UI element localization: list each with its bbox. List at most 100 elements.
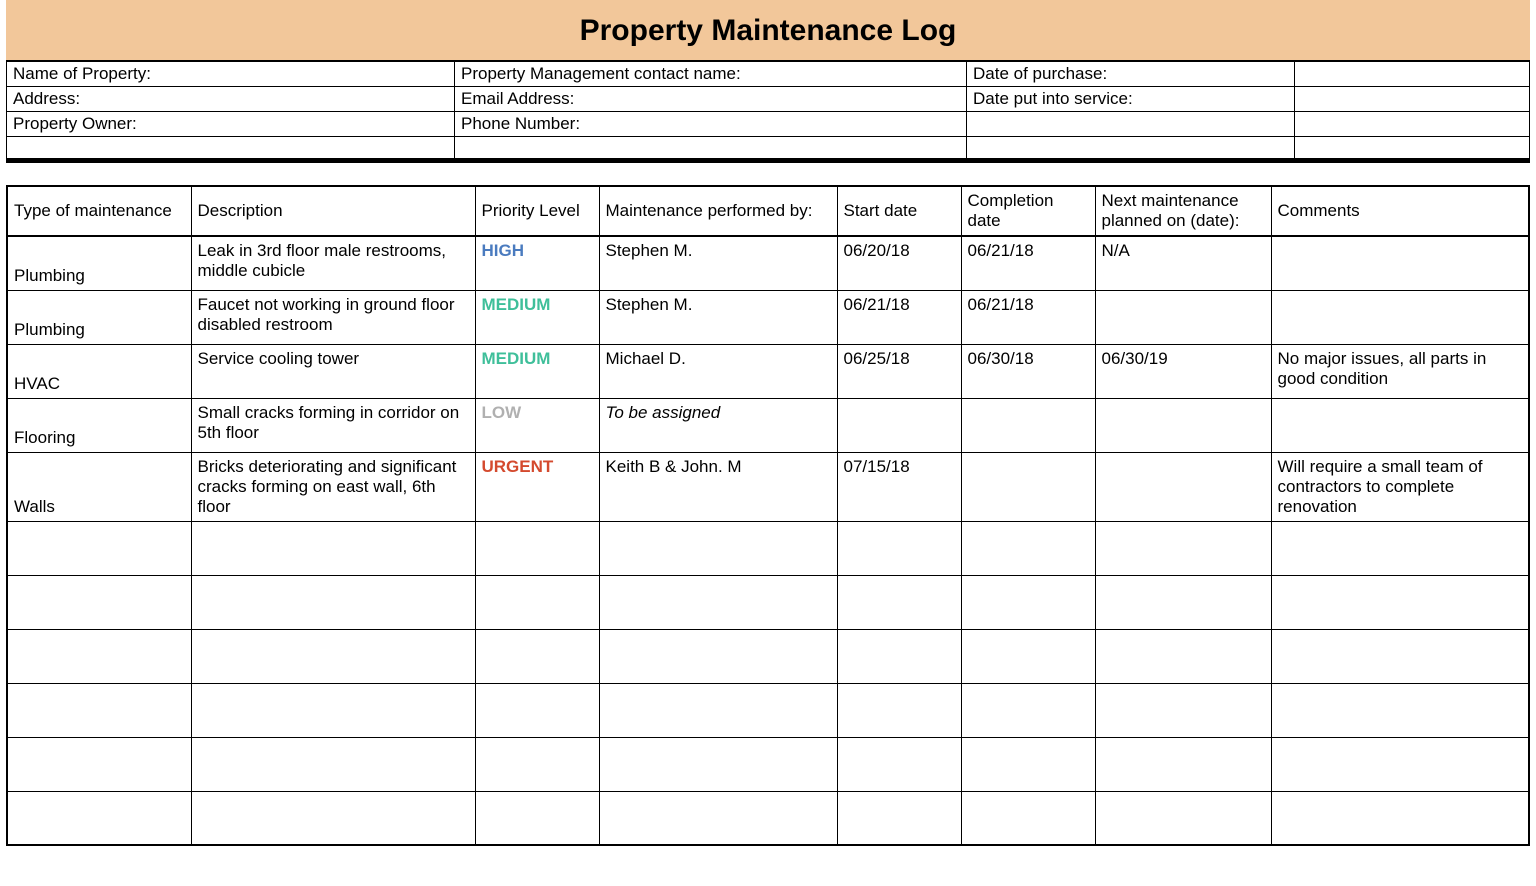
cell-comments (1271, 398, 1529, 452)
cell-blank (7, 521, 191, 575)
info-blank (1295, 112, 1530, 137)
info-row: Name of Property: Property Management co… (7, 62, 1530, 87)
cell-blank (191, 629, 475, 683)
cell-blank (599, 791, 837, 845)
col-completion: Completion date (961, 186, 1095, 236)
info-phone: Phone Number: (455, 112, 967, 137)
info-date-service: Date put into service: (967, 87, 1295, 112)
cell-blank (1271, 737, 1529, 791)
cell-start: 06/20/18 (837, 236, 961, 290)
cell-completion: 06/21/18 (961, 290, 1095, 344)
table-row-blank (7, 737, 1529, 791)
cell-blank (1095, 629, 1271, 683)
info-blank (455, 137, 967, 159)
cell-blank (1095, 737, 1271, 791)
cell-blank (599, 737, 837, 791)
info-mgmt-contact: Property Management contact name: (455, 62, 967, 87)
cell-blank (475, 575, 599, 629)
cell-type: Plumbing (7, 236, 191, 290)
cell-next (1095, 452, 1271, 521)
table-row-blank (7, 791, 1529, 845)
table-row-blank (7, 575, 1529, 629)
info-row: Property Owner: Phone Number: (7, 112, 1530, 137)
cell-priority: LOW (475, 398, 599, 452)
cell-desc: Small cracks forming in corridor on 5th … (191, 398, 475, 452)
table-row: FlooringSmall cracks forming in corridor… (7, 398, 1529, 452)
info-row: Address: Email Address: Date put into se… (7, 87, 1530, 112)
cell-by: Keith B & John. M (599, 452, 837, 521)
cell-desc: Leak in 3rd floor male restrooms, middle… (191, 236, 475, 290)
cell-blank (599, 575, 837, 629)
cell-comments: Will require a small team of contractors… (1271, 452, 1529, 521)
info-table: Name of Property: Property Management co… (6, 61, 1530, 159)
cell-by: Michael D. (599, 344, 837, 398)
cell-blank (837, 521, 961, 575)
cell-blank (191, 521, 475, 575)
cell-blank (475, 683, 599, 737)
cell-blank (961, 683, 1095, 737)
cell-blank (191, 683, 475, 737)
col-type: Type of maintenance (7, 186, 191, 236)
cell-by: Stephen M. (599, 290, 837, 344)
cell-desc: Service cooling tower (191, 344, 475, 398)
info-blank (967, 112, 1295, 137)
table-row: PlumbingFaucet not working in ground flo… (7, 290, 1529, 344)
cell-blank (7, 737, 191, 791)
cell-blank (1271, 791, 1529, 845)
info-email: Email Address: (455, 87, 967, 112)
table-row-blank (7, 521, 1529, 575)
info-name-of-property: Name of Property: (7, 62, 455, 87)
cell-blank (837, 629, 961, 683)
cell-blank (1095, 791, 1271, 845)
cell-priority: MEDIUM (475, 290, 599, 344)
cell-blank (475, 737, 599, 791)
cell-blank (1271, 683, 1529, 737)
cell-blank (1095, 521, 1271, 575)
cell-next: N/A (1095, 236, 1271, 290)
cell-blank (191, 791, 475, 845)
cell-next (1095, 290, 1271, 344)
cell-blank (837, 791, 961, 845)
cell-blank (599, 683, 837, 737)
page: Property Maintenance Log Name of Propert… (0, 0, 1536, 886)
cell-blank (961, 791, 1095, 845)
cell-blank (599, 521, 837, 575)
cell-priority: URGENT (475, 452, 599, 521)
cell-blank (475, 791, 599, 845)
cell-desc: Faucet not working in ground floor disab… (191, 290, 475, 344)
cell-type: Walls (7, 452, 191, 521)
cell-next: 06/30/19 (1095, 344, 1271, 398)
cell-start (837, 398, 961, 452)
page-title: Property Maintenance Log (6, 0, 1530, 61)
info-blank (7, 137, 455, 159)
cell-start: 06/25/18 (837, 344, 961, 398)
cell-start: 06/21/18 (837, 290, 961, 344)
info-blank (1295, 62, 1530, 87)
cell-blank (837, 683, 961, 737)
table-row-blank (7, 683, 1529, 737)
cell-blank (7, 791, 191, 845)
cell-blank (1271, 629, 1529, 683)
info-blank (1295, 137, 1530, 159)
col-by: Maintenance performed by: (599, 186, 837, 236)
info-address: Address: (7, 87, 455, 112)
col-comments: Comments (1271, 186, 1529, 236)
cell-completion: 06/30/18 (961, 344, 1095, 398)
cell-blank (961, 521, 1095, 575)
info-owner: Property Owner: (7, 112, 455, 137)
cell-blank (961, 737, 1095, 791)
cell-blank (7, 629, 191, 683)
cell-comments (1271, 290, 1529, 344)
cell-completion (961, 452, 1095, 521)
col-desc: Description (191, 186, 475, 236)
info-date-purchase: Date of purchase: (967, 62, 1295, 87)
cell-start: 07/15/18 (837, 452, 961, 521)
cell-comments: No major issues, all parts in good condi… (1271, 344, 1529, 398)
info-blank (1295, 87, 1530, 112)
maintenance-log-table: Type of maintenance Description Priority… (6, 185, 1530, 846)
table-row: WallsBricks deteriorating and significan… (7, 452, 1529, 521)
cell-blank (7, 575, 191, 629)
table-row: HVACService cooling towerMEDIUMMichael D… (7, 344, 1529, 398)
cell-blank (1095, 683, 1271, 737)
cell-blank (837, 737, 961, 791)
